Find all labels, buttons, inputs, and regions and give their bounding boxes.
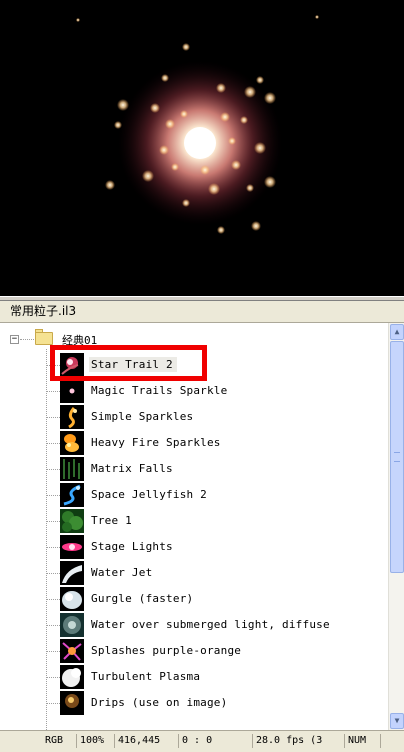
item-label: Drips (use on image): [91, 696, 228, 709]
preset-item-simple-sparkles[interactable]: Simple Sparkles: [46, 404, 388, 430]
status-zoom: 100%: [76, 734, 114, 748]
file-title-bar: 常用粒子.il3: [0, 301, 404, 323]
drips-thumbnail: [60, 691, 84, 715]
heavy-fire-thumbnail: [60, 431, 84, 455]
tree-connector: [46, 521, 60, 522]
preset-item-gurgle[interactable]: Gurgle (faster): [46, 586, 388, 612]
file-title: 常用粒子.il3: [10, 304, 77, 318]
item-label: Splashes purple-orange: [91, 644, 242, 657]
tree-connector: [20, 339, 34, 340]
folder-icon: [35, 332, 53, 345]
item-label: Water over submerged light, diffuse: [91, 618, 330, 631]
item-label: Matrix Falls: [91, 462, 173, 475]
tree-connector: [46, 573, 60, 574]
status-num-lock: NUM: [344, 734, 378, 748]
item-label: Simple Sparkles: [91, 410, 194, 423]
item-label: Turbulent Plasma: [91, 670, 201, 683]
tree-connector: [46, 417, 60, 418]
scroll-up-button[interactable]: ▲: [390, 324, 404, 340]
tree-connector: [46, 651, 60, 652]
tree-connector: [46, 469, 60, 470]
tree-connector: [46, 625, 60, 626]
gurgle-thumbnail: [60, 587, 84, 611]
magic-trails-thumbnail: [60, 379, 84, 403]
tree-connector: [46, 677, 60, 678]
tree-connector: [46, 443, 60, 444]
matrix-falls-thumbnail: [60, 457, 84, 481]
preset-item-magic-trails-sparkle[interactable]: Magic Trails Sparkle: [46, 378, 388, 404]
particle-effect-image: [76, 15, 319, 234]
splashes-thumbnail: [60, 639, 84, 663]
grip-icon: [394, 452, 400, 462]
status-coordinates: 416,445: [114, 734, 178, 748]
turbulent-plasma-thumbnail: [60, 665, 84, 689]
tree-connector: [46, 547, 60, 548]
item-label: Gurgle (faster): [91, 592, 194, 605]
preset-item-water-jet[interactable]: Water Jet: [46, 560, 388, 586]
preset-item-stage-lights[interactable]: Stage Lights: [46, 534, 388, 560]
preset-item-drips[interactable]: Drips (use on image): [46, 690, 388, 716]
tree-connector: [46, 391, 60, 392]
particle-preview-canvas[interactable]: [0, 0, 404, 296]
preset-item-water-submerged[interactable]: Water over submerged light, diffuse: [46, 612, 388, 638]
space-jellyfish-thumbnail: [60, 483, 84, 507]
status-bar: RGB 100% 416,445 0 : 0 28.0 fps (3 NUM: [0, 730, 404, 752]
simple-sparkles-thumbnail: [60, 405, 84, 429]
tree-connector: [46, 495, 60, 496]
preset-item-splashes[interactable]: Splashes purple-orange: [46, 638, 388, 664]
selection-highlight-box: [50, 345, 207, 381]
tree-thumbnail: [60, 509, 84, 533]
status-extra-pane: [380, 734, 404, 748]
tree-connector: [46, 703, 60, 704]
status-ratio: 0 : 0: [178, 734, 252, 748]
preset-item-turbulent-plasma[interactable]: Turbulent Plasma: [46, 664, 388, 690]
preset-item-heavy-fire-sparkles[interactable]: Heavy Fire Sparkles: [46, 430, 388, 456]
item-label: Heavy Fire Sparkles: [91, 436, 221, 449]
item-label: Tree 1: [91, 514, 132, 527]
item-label: Space Jellyfish 2: [91, 488, 207, 501]
status-color-mode: RGB: [45, 735, 64, 746]
status-fps: 28.0 fps (3: [252, 734, 328, 748]
water-submerged-thumbnail: [60, 613, 84, 637]
scroll-down-button[interactable]: ▼: [390, 713, 404, 729]
preset-tree[interactable]: − 经典01 Star Trail 2 Magic Trails Sparkle…: [0, 323, 388, 730]
preset-item-tree-1[interactable]: Tree 1: [46, 508, 388, 534]
stage-lights-thumbnail: [60, 535, 84, 559]
collapse-icon[interactable]: −: [10, 335, 19, 344]
tree-connector: [46, 599, 60, 600]
item-label: Stage Lights: [91, 540, 173, 553]
scroll-thumb[interactable]: [390, 341, 404, 573]
preset-item-matrix-falls[interactable]: Matrix Falls: [46, 456, 388, 482]
preset-item-space-jellyfish-2[interactable]: Space Jellyfish 2: [46, 482, 388, 508]
vertical-scrollbar[interactable]: ▲ ▼: [388, 323, 404, 730]
item-label: Magic Trails Sparkle: [91, 384, 228, 397]
item-label: Water Jet: [91, 566, 153, 579]
water-jet-thumbnail: [60, 561, 84, 585]
